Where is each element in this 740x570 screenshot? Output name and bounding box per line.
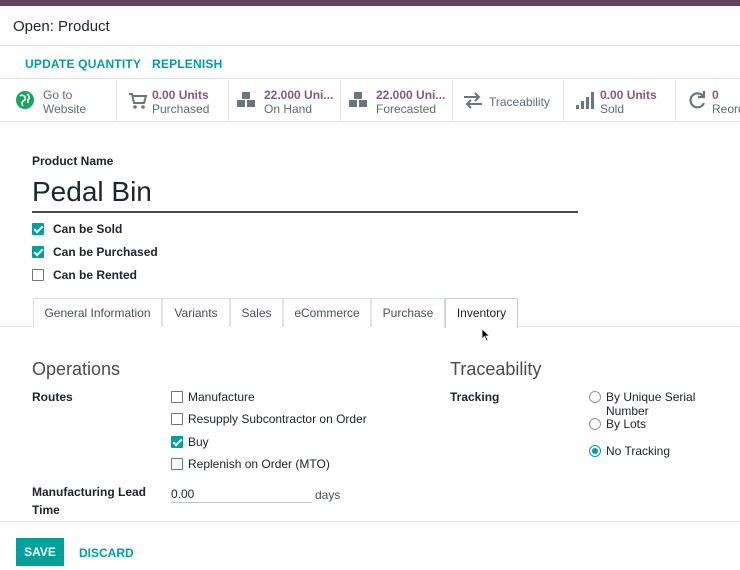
tab-variants[interactable]: Variants <box>162 298 230 327</box>
product-name-field[interactable]: Pedal Bin <box>32 176 152 208</box>
forecasted-label: Forecasted <box>376 102 437 116</box>
route-resupply-label: Resupply Subcontractor on Order <box>188 412 367 426</box>
action-bar: UPDATE QUANTITY REPLENISH <box>0 47 740 79</box>
tracking-label: Tracking <box>450 390 500 404</box>
tracking-none-label: No Tracking <box>606 444 671 458</box>
tab-sales[interactable]: Sales <box>230 298 283 327</box>
mouse-pointer-icon <box>481 328 491 342</box>
cubes-icon <box>237 92 255 107</box>
tracking-serial-radio[interactable] <box>589 391 601 403</box>
tab-inventory[interactable]: Inventory <box>445 298 518 328</box>
can-be-sold-checkbox[interactable] <box>32 223 44 235</box>
on-hand-label: On Hand <box>264 102 313 116</box>
on-hand-value: 22.000 Uni... <box>264 88 334 102</box>
lead-time-label-line-1: Manufacturing Lead <box>32 485 147 499</box>
save-button[interactable]: SAVE <box>16 538 64 566</box>
website-line-2: Website <box>43 102 87 116</box>
globe-icon <box>16 91 34 109</box>
arrows-exchange-icon <box>464 92 482 109</box>
purchased-value: 0.00 Units <box>152 88 209 102</box>
route-mto-checkbox[interactable] <box>171 458 183 470</box>
refresh-icon <box>689 91 706 109</box>
sold-value: 0.00 Units <box>600 88 657 102</box>
signal-bars-icon <box>576 92 594 109</box>
tab-general-information[interactable]: General Information <box>33 298 162 327</box>
route-buy-checkbox[interactable] <box>171 436 183 448</box>
sold-stat-button[interactable]: 0.00 Units Sold <box>564 80 676 121</box>
product-name-label: Product Name <box>32 154 114 168</box>
discard-button[interactable]: DISCARD <box>79 546 134 560</box>
routes-label: Routes <box>32 390 73 404</box>
product-name-underline <box>32 211 578 213</box>
lead-time-unit: days <box>315 488 341 502</box>
sold-label: Sold <box>600 102 625 116</box>
on-hand-stat-button[interactable]: 22.000 Uni... On Hand <box>229 80 341 121</box>
route-buy-label: Buy <box>188 435 209 449</box>
traceability-stat-button[interactable]: Traceability <box>453 80 564 121</box>
dialog-header: Open: Product <box>0 6 740 46</box>
update-quantity-button[interactable]: UPDATE QUANTITY <box>25 57 141 71</box>
smart-buttons-bar: Go to Website 0.00 Units Purchased 22.00… <box>0 80 740 122</box>
lead-time-input[interactable] <box>171 485 312 503</box>
can-be-rented-label: Can be Rented <box>53 268 138 282</box>
can-be-purchased-checkbox[interactable] <box>32 246 44 258</box>
lead-time-label-line-2: Time <box>32 503 60 517</box>
replenish-button[interactable]: REPLENISH <box>152 57 222 71</box>
product-dialog: Open: Product UPDATE QUANTITY REPLENISH … <box>0 6 740 570</box>
go-to-website-button[interactable]: Go to Website <box>0 80 117 121</box>
cubes-icon <box>349 92 367 107</box>
tracking-none-radio[interactable] <box>589 445 601 457</box>
can-be-purchased-label: Can be Purchased <box>53 245 158 259</box>
tracking-lots-label: By Lots <box>606 417 647 431</box>
forecasted-value: 22.000 Uni... <box>376 88 446 102</box>
reordering-value: 0 <box>712 88 719 102</box>
form-sheet: Product Name Pedal Bin Can be Sold Can b… <box>0 123 740 523</box>
tracking-serial-label: By Unique Serial Number <box>606 390 696 418</box>
forecasted-stat-button[interactable]: 22.000 Uni... Forecasted <box>341 80 453 121</box>
purchased-stat-button[interactable]: 0.00 Units Purchased <box>117 80 229 121</box>
route-resupply-checkbox[interactable] <box>171 413 183 425</box>
tab-ecommerce[interactable]: eCommerce <box>283 298 371 327</box>
tab-purchase[interactable]: Purchase <box>371 298 445 327</box>
dialog-title: Open: Product <box>13 18 110 35</box>
route-manufacture-label: Manufacture <box>188 390 255 404</box>
can-be-rented-checkbox[interactable] <box>32 269 44 281</box>
can-be-sold-label: Can be Sold <box>53 222 123 236</box>
route-mto-label: Replenish on Order (MTO) <box>188 457 330 471</box>
route-manufacture-checkbox[interactable] <box>171 391 183 403</box>
purchased-label: Purchased <box>152 102 210 116</box>
traceability-title: Traceability <box>450 359 542 379</box>
traceability-label: Traceability <box>489 95 550 109</box>
dialog-footer: SAVE DISCARD <box>0 521 740 570</box>
website-line-1: Go to <box>43 88 73 102</box>
tracking-lots-radio[interactable] <box>589 418 601 430</box>
reordering-label: Reord <box>712 102 740 116</box>
cart-icon <box>129 93 148 109</box>
operations-title: Operations <box>32 359 121 379</box>
reordering-stat-button[interactable]: 0 Reord <box>676 80 740 121</box>
